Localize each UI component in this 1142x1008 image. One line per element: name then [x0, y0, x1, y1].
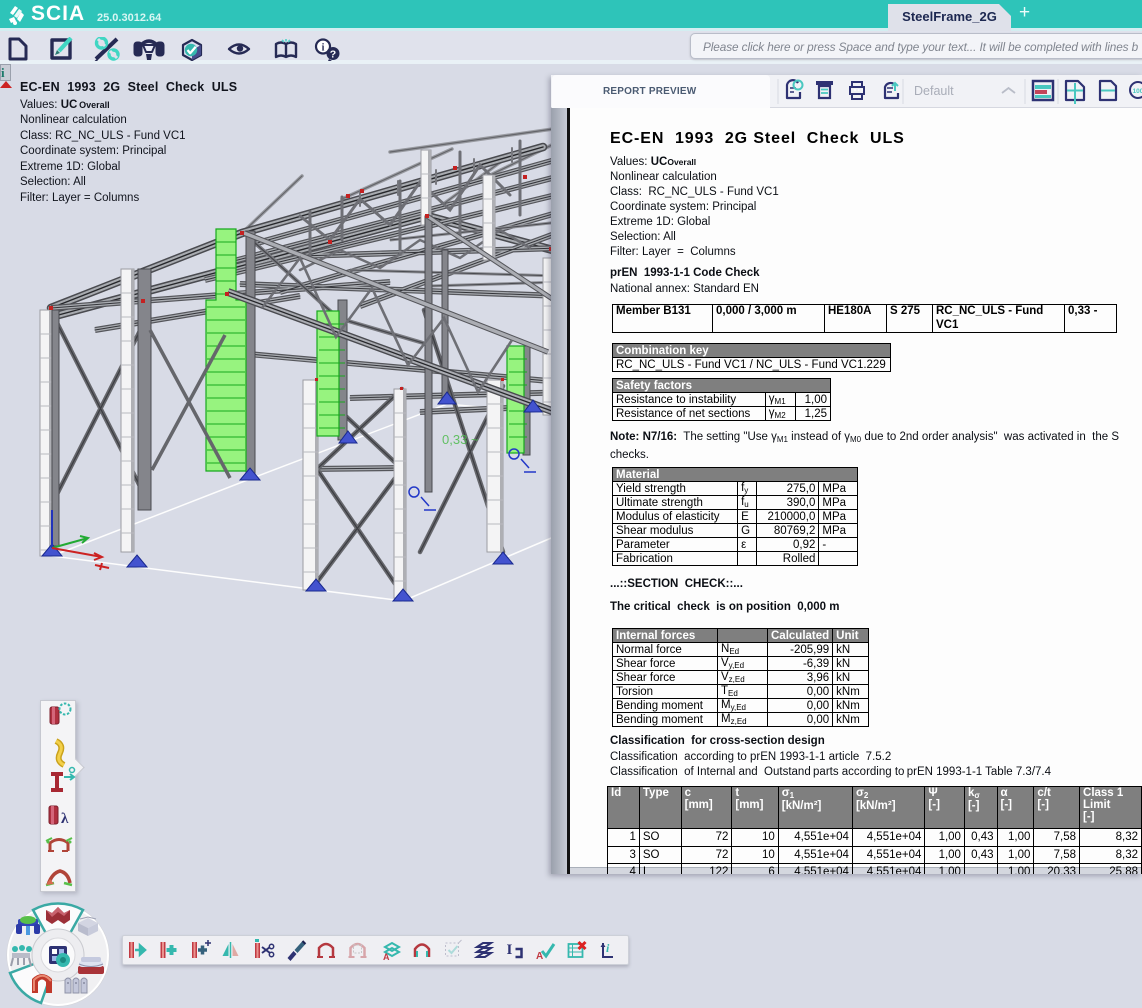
svg-text:0,33 ~: 0,33 ~ [442, 432, 479, 447]
svg-text:i: i [606, 941, 610, 955]
svg-text:A: A [383, 952, 390, 962]
svg-text:I: I [507, 942, 513, 958]
svg-text:100: 100 [1133, 88, 1142, 95]
svg-text:?: ? [330, 49, 336, 61]
svg-text:Default: Default [914, 84, 954, 98]
svg-text:i: i [322, 43, 325, 54]
svg-text:λ: λ [61, 811, 69, 827]
